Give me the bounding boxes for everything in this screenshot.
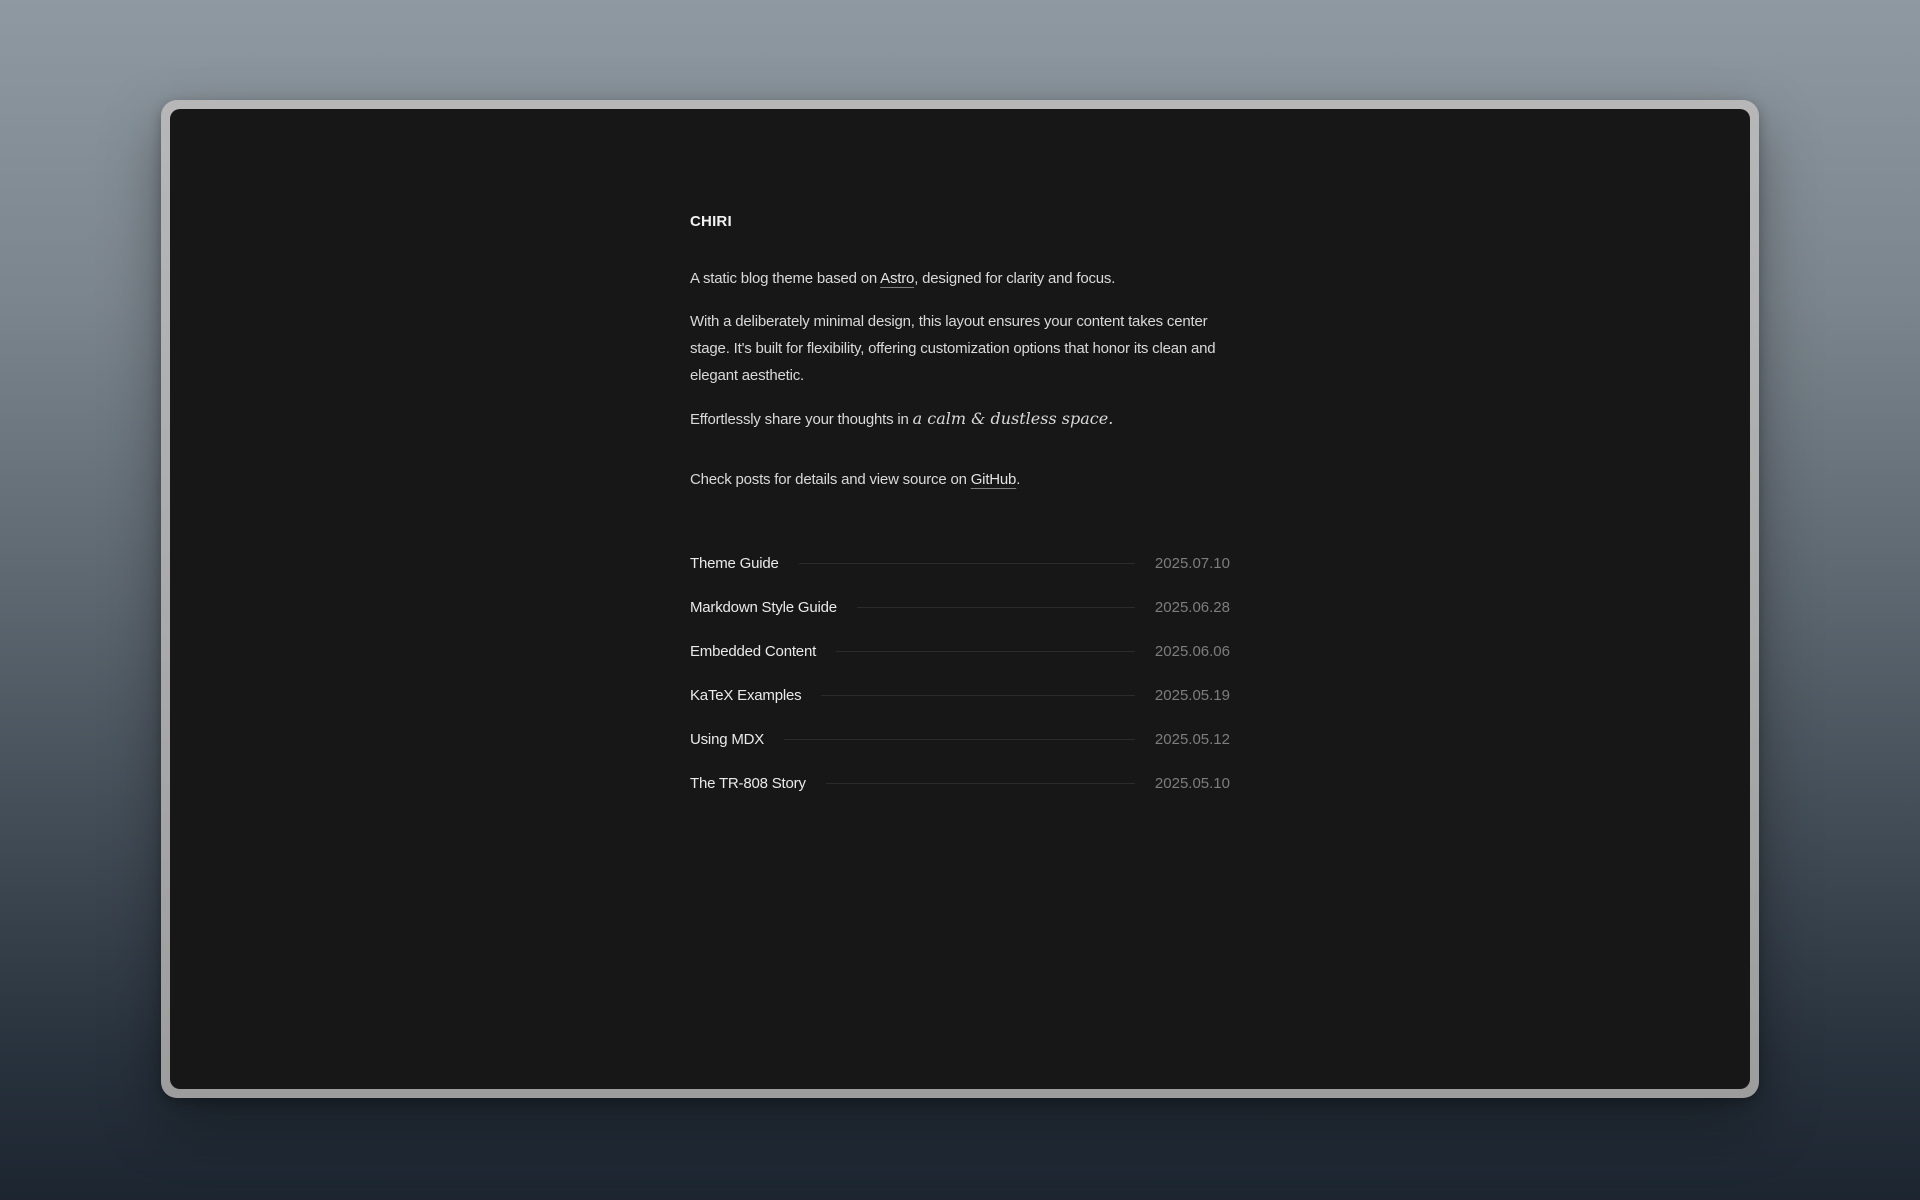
device-frame: CHIRI A static blog theme based on Astro… [161,100,1759,1098]
intro-paragraph-4: Check posts for details and view source … [690,466,1230,493]
leader-line [799,563,1135,564]
intro-p3-text: Effortlessly share your thoughts in [690,411,913,428]
post-row-using-mdx[interactable]: Using MDX 2025.05.12 [690,717,1230,761]
intro-paragraph-2: With a deliberately minimal design, this… [690,308,1230,389]
post-row-embedded-content[interactable]: Embedded Content 2025.06.06 [690,629,1230,673]
site-title: CHIRI [690,208,1230,235]
post-row-markdown-style-guide[interactable]: Markdown Style Guide 2025.06.28 [690,585,1230,629]
leader-line [784,739,1135,740]
leader-line [826,783,1135,784]
intro-p1-text-after: , designed for clarity and focus. [914,270,1115,287]
post-row-theme-guide[interactable]: Theme Guide 2025.07.10 [690,541,1230,585]
post-date: 2025.05.19 [1155,682,1230,709]
intro-paragraph-3: Effortlessly share your thoughts in a ca… [690,405,1230,433]
content-column: CHIRI A static blog theme based on Astro… [690,109,1230,805]
leader-line [836,651,1135,652]
post-date: 2025.05.10 [1155,770,1230,797]
post-date: 2025.06.28 [1155,594,1230,621]
leader-line [857,607,1135,608]
intro-paragraph-1: A static blog theme based on Astro, desi… [690,265,1230,292]
post-title[interactable]: Embedded Content [690,638,816,665]
leader-line [821,695,1135,696]
post-date: 2025.05.12 [1155,726,1230,753]
calm-dustless-phrase: a calm & dustless space. [913,409,1114,428]
post-title[interactable]: KaTeX Examples [690,682,801,709]
intro-p4-text-after: . [1016,471,1020,488]
blog-page: CHIRI A static blog theme based on Astro… [170,109,1750,1089]
post-title[interactable]: Markdown Style Guide [690,594,837,621]
post-date: 2025.07.10 [1155,550,1230,577]
post-row-tr-808-story[interactable]: The TR-808 Story 2025.05.10 [690,761,1230,805]
post-row-katex-examples[interactable]: KaTeX Examples 2025.05.19 [690,673,1230,717]
github-link[interactable]: GitHub [971,471,1017,488]
post-title[interactable]: Theme Guide [690,550,779,577]
intro-p1-text: A static blog theme based on [690,270,880,287]
post-list: Theme Guide 2025.07.10 Markdown Style Gu… [690,541,1230,805]
astro-link[interactable]: Astro [880,270,914,287]
post-title[interactable]: Using MDX [690,726,764,753]
intro-p4-text: Check posts for details and view source … [690,471,971,488]
post-date: 2025.06.06 [1155,638,1230,665]
post-title[interactable]: The TR-808 Story [690,770,806,797]
